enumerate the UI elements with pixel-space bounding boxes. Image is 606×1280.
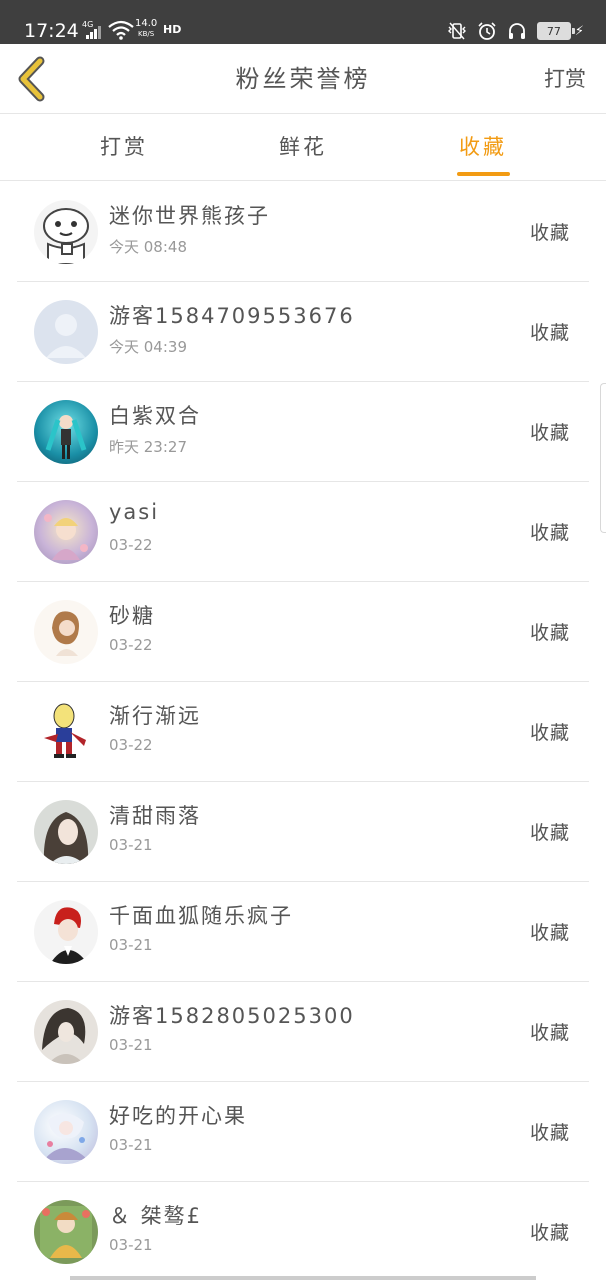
fan-name: 砂糖 [109,604,155,628]
list-item[interactable]: 千面血狐随乐疯子 03-21 收藏 [17,882,589,982]
fan-name: 白紫双合 [109,404,201,428]
avatar [34,200,98,264]
fan-time: 03-21 [109,1136,153,1154]
status-bar: 17:24 4G 14.0 KB/S HD 77 ⚡ [0,0,606,44]
list-item[interactable]: 好吃的开心果 03-21 收藏 [17,1082,589,1182]
fan-time: 03-22 [109,736,153,754]
fan-name: ＆ 桀骜£ [109,1204,203,1228]
action-label: 收藏 [529,522,570,544]
action-label: 收藏 [529,422,570,444]
reward-button[interactable]: 打赏 [544,44,586,114]
avatar [34,600,98,664]
edge-handle[interactable] [600,383,606,533]
tab-reward[interactable]: 打赏 [64,114,184,181]
action-label: 收藏 [529,922,570,944]
status-icons: 77 ⚡ [447,20,584,42]
fan-time: 03-22 [109,636,153,654]
list-item[interactable]: ＆ 桀骜£ 03-21 收藏 [17,1182,589,1280]
list-item[interactable]: 迷你世界熊孩子 今天 08:48 收藏 [17,182,589,282]
fan-name: 游客1584709553676 [109,304,355,328]
fan-list: 迷你世界熊孩子 今天 08:48 收藏 游客1584709553676 今天 0… [0,182,606,1280]
avatar [34,500,98,564]
list-item[interactable]: 白紫双合 昨天 23:27 收藏 [17,382,589,482]
avatar [34,900,98,964]
tab-bar: 打赏 鲜花 收藏 [0,114,606,181]
list-item[interactable]: 游客1584709553676 今天 04:39 收藏 [17,282,589,382]
status-time: 17:24 [24,20,79,42]
action-label: 收藏 [529,1122,570,1144]
signal-icon [86,25,102,39]
fan-name: 好吃的开心果 [109,1104,247,1128]
fan-name: 千面血狐随乐疯子 [109,904,293,928]
fan-time: 03-21 [109,1236,153,1254]
fan-time: 03-21 [109,1036,153,1054]
fan-name: 迷你世界熊孩子 [109,204,270,228]
vibrate-icon [447,22,466,40]
network-speed-value: 14.0 [135,18,158,29]
avatar [34,700,98,764]
fan-name: yasi [109,500,160,524]
fan-name: 游客1582805025300 [109,1004,355,1028]
alarm-icon [478,22,496,40]
action-label: 收藏 [529,722,570,744]
action-label: 收藏 [529,222,570,244]
headphones-icon [508,23,525,39]
hd-indicator: HD [163,23,182,36]
tab-favorites[interactable]: 收藏 [423,114,543,181]
action-label: 收藏 [529,322,570,344]
active-tab-indicator [457,172,510,176]
fan-time: 今天 04:39 [109,338,187,356]
tab-flowers[interactable]: 鲜花 [243,114,363,181]
fan-time: 03-22 [109,536,153,554]
avatar [34,400,98,464]
list-item[interactable]: 游客1582805025300 03-21 收藏 [17,982,589,1082]
default-avatar [34,300,98,364]
avatar [34,1000,98,1064]
avatar [34,1200,98,1264]
list-item[interactable]: 清甜雨落 03-21 收藏 [17,782,589,882]
fan-time: 今天 08:48 [109,238,187,256]
battery-icon: 77 [536,22,575,40]
action-label: 收藏 [529,622,570,644]
list-item[interactable]: yasi 03-22 收藏 [17,482,589,582]
charging-icon: ⚡ [574,23,584,39]
fan-name: 渐行渐远 [109,704,201,728]
action-label: 收藏 [529,822,570,844]
fan-time: 03-21 [109,936,153,954]
network-speed-unit: KB/S [138,30,155,38]
fan-time: 03-21 [109,836,153,854]
action-label: 收藏 [529,1022,570,1044]
avatar [34,800,98,864]
page-title: 粉丝荣誉榜 [235,65,371,93]
network-speed: 14.0 KB/S [135,19,157,39]
avatar [34,1100,98,1164]
fan-time: 昨天 23:27 [109,438,187,456]
app-header: 粉丝荣誉榜 打赏 [0,44,606,114]
list-item[interactable]: 砂糖 03-22 收藏 [17,582,589,682]
fan-name: 清甜雨落 [109,804,201,828]
wifi-icon [108,20,134,40]
action-label: 收藏 [529,1222,570,1244]
bottom-divider [70,1276,536,1280]
list-item[interactable]: 渐行渐远 03-22 收藏 [17,682,589,782]
